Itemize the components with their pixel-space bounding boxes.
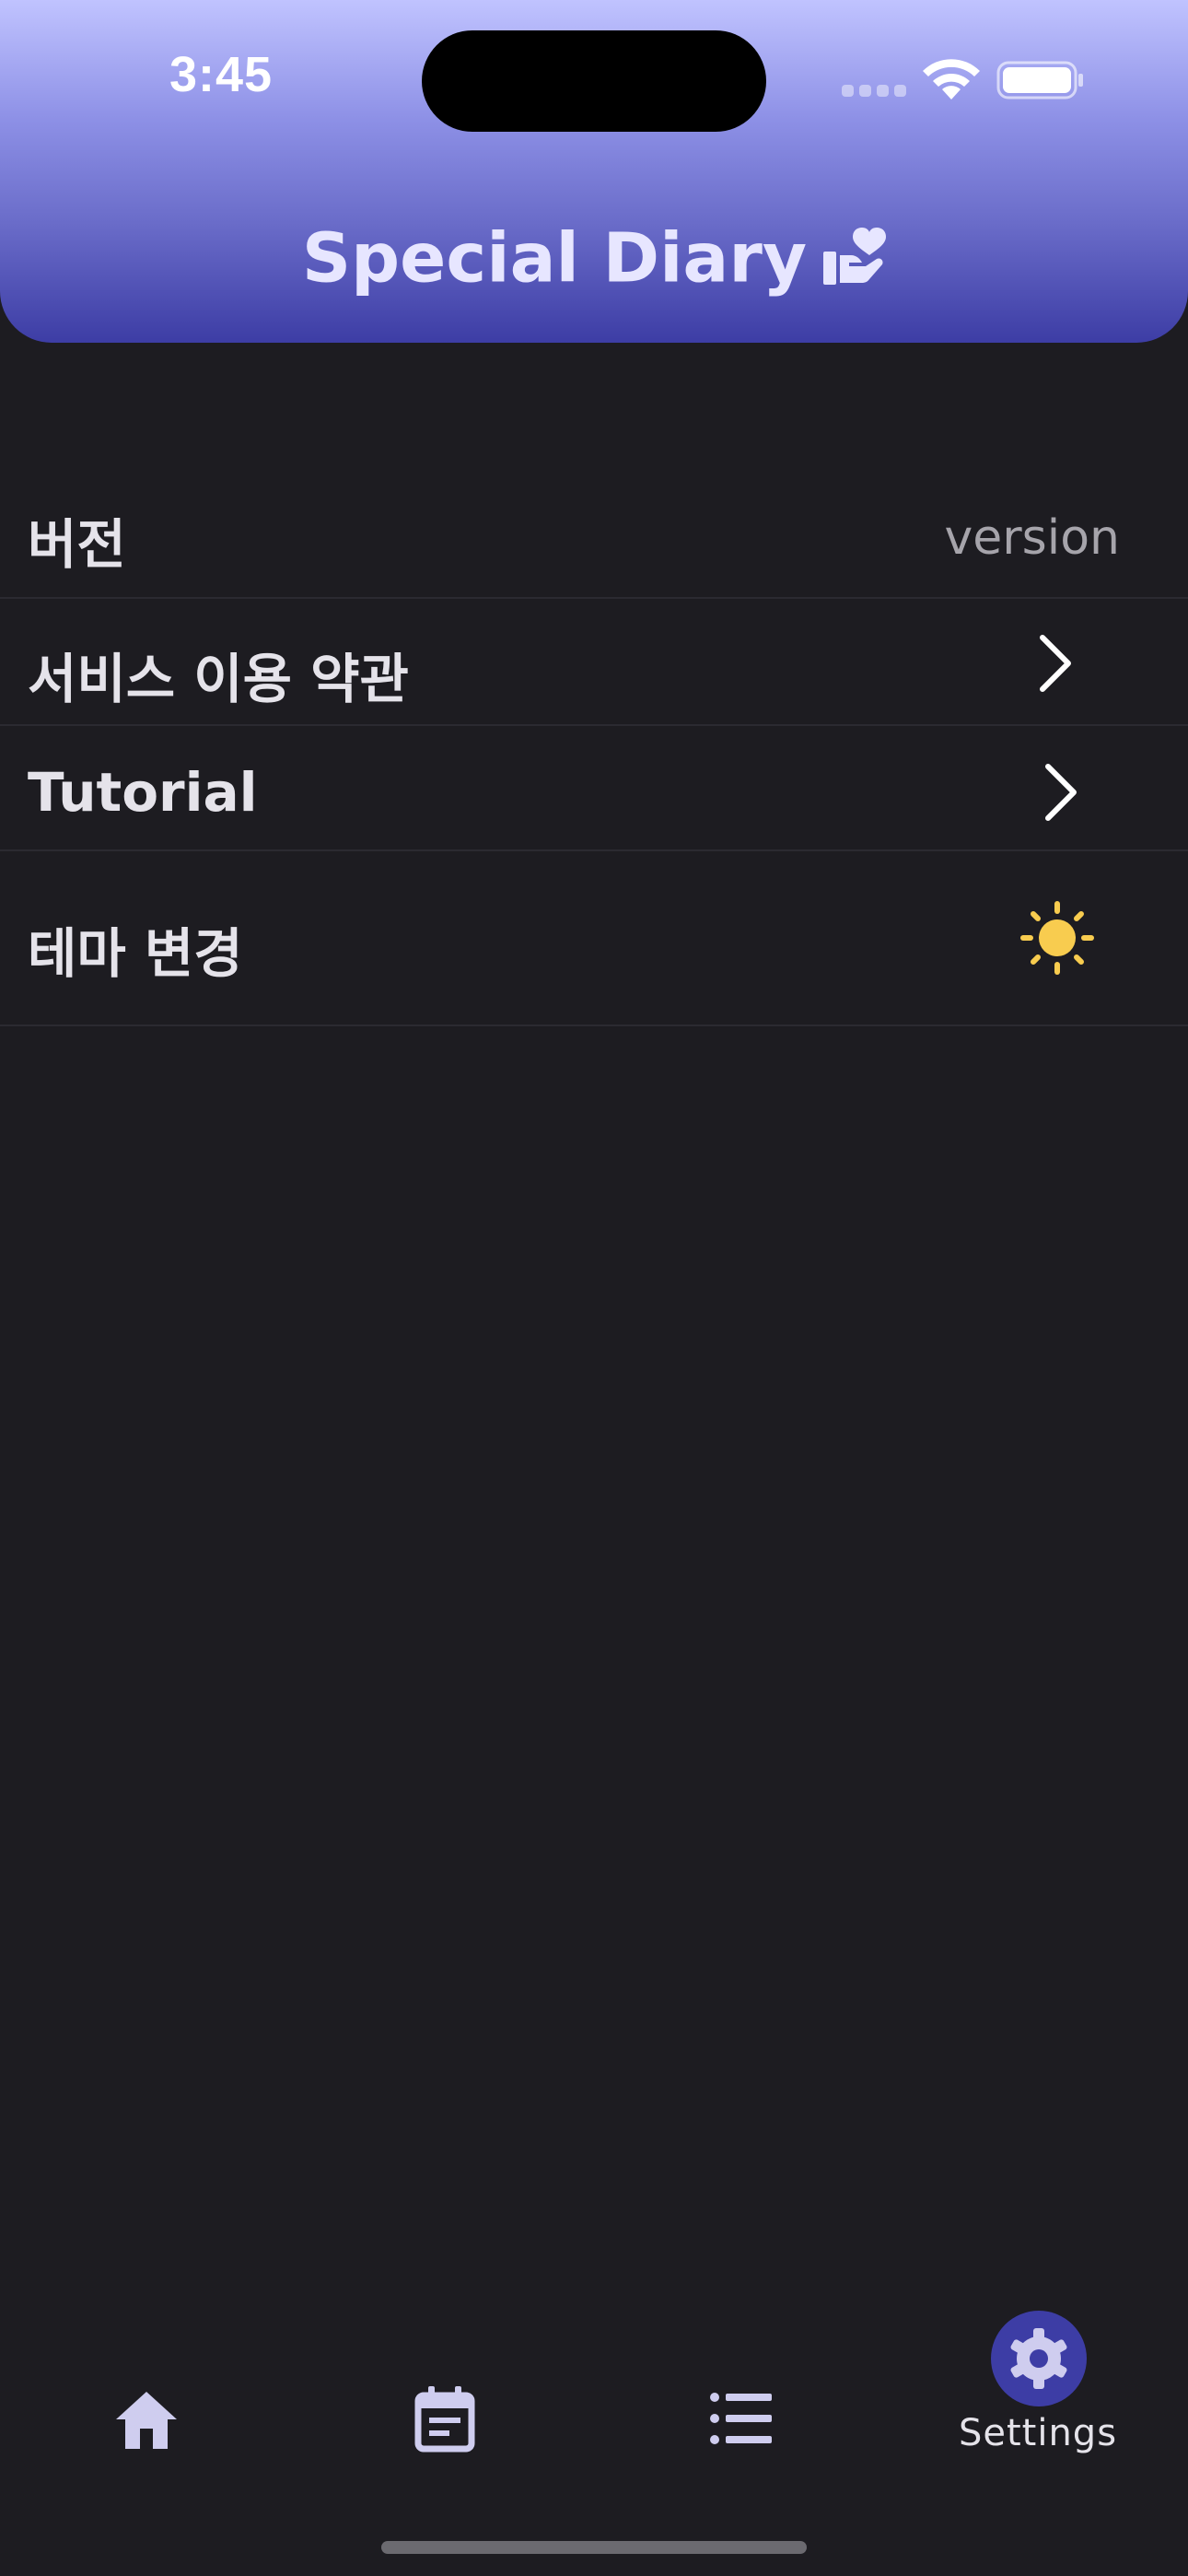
app-title-text: Special Diary — [301, 218, 808, 299]
status-time: 3:45 — [169, 47, 274, 102]
list-icon[interactable] — [707, 2384, 775, 2453]
nav-home[interactable] — [0, 2294, 297, 2478]
wifi-icon — [923, 59, 980, 100]
terms-label: 서비스 이용 약관 — [28, 648, 409, 710]
nav-settings[interactable]: Settings — [890, 2294, 1186, 2478]
version-value: version — [944, 510, 1120, 566]
home-icon[interactable] — [112, 2386, 181, 2454]
heart-hand-icon — [823, 228, 887, 286]
battery-icon — [996, 61, 1083, 100]
home-indicator[interactable] — [381, 2541, 807, 2554]
version-label: 버전 — [28, 513, 126, 576]
app-title: Special Diary — [0, 210, 1188, 302]
gear-icon[interactable] — [1007, 2326, 1071, 2391]
tutorial-label: Tutorial — [28, 761, 258, 824]
bottom-nav: Settings — [0, 2294, 1188, 2478]
settings-active-indicator[interactable] — [991, 2311, 1087, 2406]
chevron-right-icon[interactable] — [1042, 763, 1079, 822]
screen: 3:45 Special Diary 버전 version 서비스 이용 약관 … — [0, 0, 1188, 2576]
settings-row-version: 버전 version — [0, 459, 1188, 599]
theme-label: 테마 변경 — [28, 922, 243, 985]
nav-calendar[interactable] — [297, 2294, 593, 2478]
settings-row-terms[interactable]: 서비스 이용 약관 — [0, 599, 1188, 726]
cellular-signal-icon — [842, 85, 906, 97]
app-header: 3:45 Special Diary — [0, 0, 1188, 343]
settings-row-theme[interactable]: 테마 변경 — [0, 851, 1188, 1026]
nav-list[interactable] — [593, 2294, 890, 2478]
chevron-right-icon[interactable] — [1037, 634, 1074, 693]
settings-row-tutorial[interactable]: Tutorial — [0, 726, 1188, 851]
settings-list: 버전 version 서비스 이용 약관 Tutorial 테마 변경 — [0, 459, 1188, 1026]
dynamic-island — [422, 30, 766, 132]
calendar-icon[interactable] — [411, 2384, 479, 2453]
nav-settings-label[interactable]: Settings — [890, 2412, 1186, 2454]
sun-icon[interactable] — [1020, 901, 1094, 975]
